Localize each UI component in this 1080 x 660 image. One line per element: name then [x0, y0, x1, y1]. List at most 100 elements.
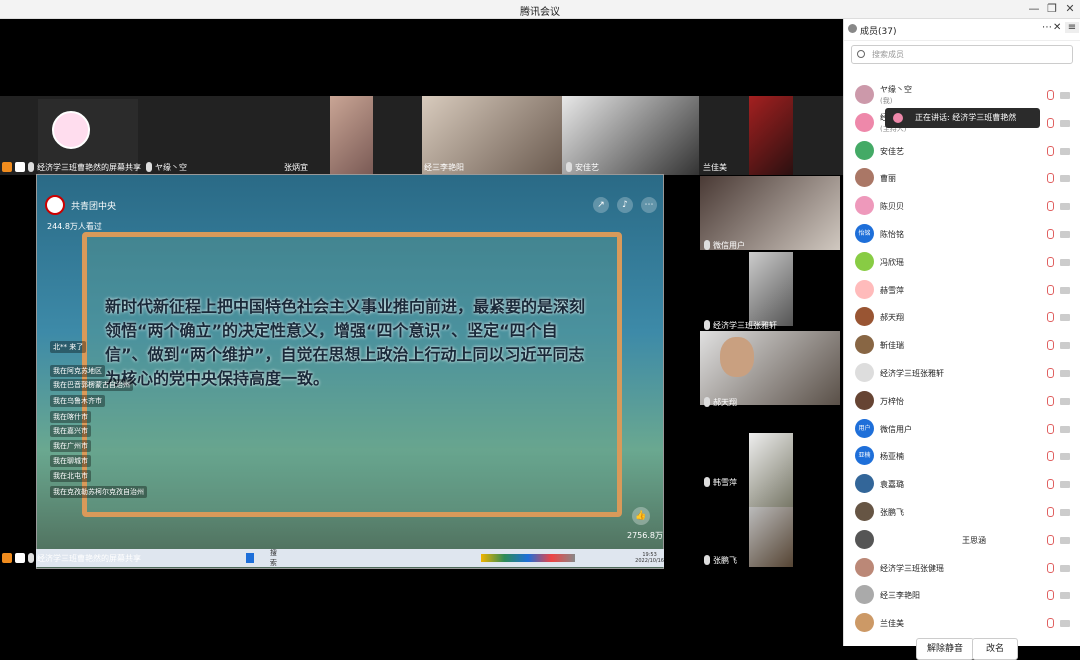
screen-icon[interactable]: [15, 162, 25, 172]
camera-icon[interactable]: [1060, 453, 1070, 461]
member-search-input[interactable]: 搜索成员: [851, 45, 1073, 64]
member-row[interactable]: 经济学三班张健瑶: [844, 554, 1080, 582]
mic-icon[interactable]: [28, 162, 34, 172]
menu-icon[interactable]: ≡: [1065, 22, 1079, 33]
mic-muted-icon[interactable]: [1047, 256, 1054, 267]
member-row[interactable]: 冯欣瑶: [844, 248, 1080, 276]
screen-icon[interactable]: [15, 553, 25, 563]
member-row[interactable]: 曹丽: [844, 164, 1080, 192]
comment-item: 我在北屯市: [50, 470, 91, 482]
share-icon[interactable]: ↗: [593, 197, 609, 213]
camera-icon[interactable]: [1060, 481, 1070, 489]
close-button[interactable]: ✕: [1061, 1, 1079, 17]
like-icon[interactable]: 👍: [632, 507, 650, 525]
camera-icon[interactable]: [1060, 425, 1070, 433]
mic-muted-icon[interactable]: [1047, 173, 1054, 184]
camera-icon[interactable]: [1060, 119, 1070, 127]
mic-muted-icon[interactable]: [1047, 145, 1054, 156]
member-row[interactable]: 陈贝贝: [844, 192, 1080, 220]
member-row[interactable]: 经三李艳阳: [844, 581, 1080, 609]
person-icon[interactable]: [2, 553, 12, 563]
volume-icon[interactable]: ♪: [617, 197, 633, 213]
mic-muted-icon[interactable]: [1047, 423, 1054, 434]
camera-icon[interactable]: [1060, 286, 1070, 294]
face: [720, 337, 754, 377]
member-row[interactable]: 袁嘉璐: [844, 470, 1080, 498]
video-tile-han[interactable]: [749, 433, 793, 507]
unmute-button[interactable]: 解除静音: [916, 638, 974, 660]
mic-icon[interactable]: [28, 553, 34, 563]
avatar: [855, 279, 874, 299]
camera-icon[interactable]: [1060, 620, 1070, 628]
mic-muted-icon[interactable]: [1047, 479, 1054, 490]
member-row[interactable]: 安佳艺: [844, 137, 1080, 165]
mic-muted-icon[interactable]: [1047, 201, 1054, 212]
video-tile-lan[interactable]: [749, 96, 793, 175]
restore-button[interactable]: ❐: [1043, 1, 1061, 17]
mic-muted-icon[interactable]: [1047, 534, 1054, 545]
member-row[interactable]: 万梓怡: [844, 387, 1080, 415]
share-controls-top: 经济学三班曹艳然的屏幕共享: [2, 160, 141, 174]
mic-muted-icon[interactable]: [1047, 507, 1054, 517]
camera-icon[interactable]: [1060, 258, 1070, 266]
tile-label: 微信用户: [704, 238, 745, 252]
mic-muted-icon[interactable]: [1047, 90, 1054, 100]
mic-muted-icon[interactable]: [1047, 368, 1054, 378]
camera-icon[interactable]: [1060, 536, 1070, 544]
member-row[interactable]: 赫雪萍: [844, 276, 1080, 304]
mic-muted-icon[interactable]: [1047, 590, 1054, 601]
camera-icon[interactable]: [1060, 509, 1070, 516]
camera-icon[interactable]: [1060, 175, 1070, 183]
avatar: [855, 502, 874, 521]
video-tile-hao[interactable]: [700, 331, 840, 405]
mic-icon: [704, 397, 710, 407]
member-row[interactable]: 用户 微信用户: [844, 415, 1080, 443]
camera-icon[interactable]: [1060, 314, 1070, 322]
camera-icon[interactable]: [1060, 370, 1070, 377]
member-row[interactable]: 王思涵: [844, 526, 1080, 554]
mic-muted-icon[interactable]: [1047, 117, 1054, 128]
camera-icon[interactable]: [1060, 564, 1070, 572]
mic-muted-icon[interactable]: [1047, 395, 1054, 406]
mic-muted-icon[interactable]: [1047, 451, 1054, 462]
mic-muted-icon[interactable]: [1047, 229, 1054, 239]
member-row[interactable]: 怡铭 陈怡铭: [844, 220, 1080, 248]
member-name: 陈贝贝: [880, 202, 904, 212]
more-icon[interactable]: ⋯: [1042, 22, 1052, 33]
avatar: [855, 585, 874, 605]
member-row[interactable]: 郝天翔: [844, 303, 1080, 331]
windows-start-icon[interactable]: [246, 553, 254, 563]
camera-icon[interactable]: [1060, 147, 1070, 155]
tile-label: 张炳宜: [284, 162, 308, 172]
video-tile-zhangpf[interactable]: [749, 507, 793, 567]
taskbar-search[interactable]: 搜索: [270, 548, 281, 568]
mic-muted-icon[interactable]: [1047, 618, 1054, 629]
member-row[interactable]: 张鹏飞: [844, 498, 1080, 526]
close-icon[interactable]: ✕: [1053, 22, 1061, 33]
video-tile-zhangyx[interactable]: [749, 252, 793, 326]
member-row[interactable]: ヤ缘丶空 (我): [844, 81, 1080, 109]
member-row[interactable]: 经济学三班张雅轩: [844, 359, 1080, 387]
camera-icon[interactable]: [1060, 92, 1070, 99]
member-row[interactable]: 亚楠 杨亚楠: [844, 442, 1080, 470]
camera-icon[interactable]: [1060, 231, 1070, 238]
mic-muted-icon[interactable]: [1047, 562, 1054, 573]
rename-button[interactable]: 改名: [972, 638, 1018, 660]
mic-muted-icon[interactable]: [1047, 312, 1054, 323]
minimize-button[interactable]: —: [1025, 1, 1043, 17]
avatar: [855, 140, 874, 160]
person-icon[interactable]: [2, 162, 12, 172]
camera-icon[interactable]: [1060, 203, 1070, 211]
mic-muted-icon[interactable]: [1047, 284, 1054, 295]
comment-item: 我在乌鲁木齐市: [50, 395, 105, 407]
avatar: [855, 474, 874, 494]
camera-icon[interactable]: [1060, 397, 1070, 405]
mic-icon: [566, 162, 572, 172]
mic-muted-icon[interactable]: [1047, 340, 1054, 351]
member-row[interactable]: 靳佳瑞: [844, 331, 1080, 359]
camera-icon[interactable]: [1060, 592, 1070, 600]
member-row[interactable]: 兰佳美: [844, 609, 1080, 637]
more-icon[interactable]: ⋯: [641, 197, 657, 213]
video-tile-zhang[interactable]: [330, 96, 373, 175]
camera-icon[interactable]: [1060, 342, 1070, 350]
